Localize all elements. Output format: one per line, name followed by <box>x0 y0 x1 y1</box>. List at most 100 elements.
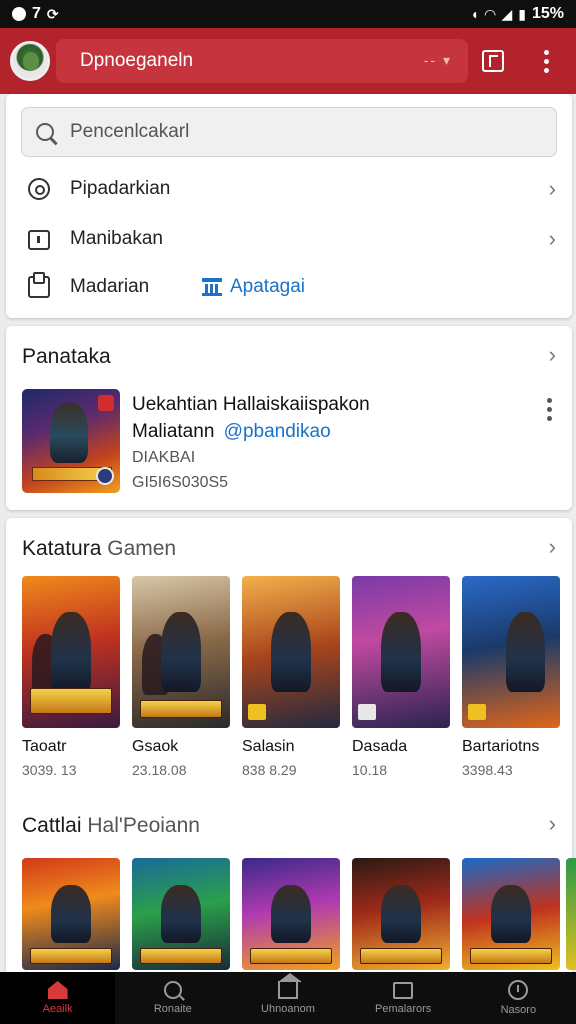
nav-item-timer[interactable]: Nasoro <box>461 972 576 1024</box>
game-poster <box>22 576 120 728</box>
menu-item-box[interactable]: Manibakan › <box>6 215 572 263</box>
search-placeholder: Pencenlcakarl <box>70 121 190 142</box>
more-vert-icon <box>543 49 549 73</box>
chat-icon <box>393 981 414 999</box>
tabs-icon <box>482 50 504 72</box>
section-title-main: Cattlai <box>22 814 82 837</box>
nav-label: Nasoro <box>500 1004 537 1016</box>
featured-item-id: GI5I6S030S5 <box>132 474 229 491</box>
game-poster <box>242 858 340 970</box>
signal-icon: ◢ <box>501 5 513 22</box>
nav-item-house[interactable]: Uhnoanom <box>230 972 345 1024</box>
menu-item-history[interactable]: Pipadarkian › <box>6 165 572 213</box>
game-card[interactable]: Bartariotns 3398.43 <box>462 576 560 778</box>
game-card[interactable] <box>462 858 560 970</box>
chevron-right-icon[interactable]: › <box>549 342 556 368</box>
account-name: Dpnoeganeln <box>80 50 194 71</box>
game-count: 3039. 13 <box>22 762 77 778</box>
battery-icon: ▮ <box>518 5 526 22</box>
game-count: 3398.43 <box>462 762 513 778</box>
nav-item-home[interactable]: Aeailk <box>0 972 116 1024</box>
menu-label: Pipadarkian <box>70 178 171 199</box>
app-bar: Dpnoeganeln -- ▾ <box>0 28 576 94</box>
wifi-icon: ◠ <box>484 5 496 22</box>
game-poster <box>352 576 450 728</box>
chevron-down-icon: -- ▾ <box>423 52 452 68</box>
menu-item-mail[interactable]: Madarian Apatagai <box>6 263 572 311</box>
house-icon <box>277 973 302 999</box>
game-row-2 <box>22 858 560 970</box>
featured-item-meta: DIAKBAI <box>132 449 196 466</box>
tabs-button[interactable] <box>477 45 509 77</box>
more-vert-icon[interactable] <box>547 398 552 421</box>
game-poster <box>132 576 230 728</box>
game-card[interactable] <box>132 858 230 970</box>
mute-icon: ◖ <box>470 6 479 22</box>
search-input[interactable]: Pencenlcakarl <box>21 107 557 157</box>
battery-level: 15% <box>531 5 564 22</box>
game-name: Gsaok <box>132 738 179 755</box>
apatagai-link[interactable]: Apatagai <box>202 276 305 298</box>
nav-item-chat[interactable]: Pemalarors <box>346 972 461 1024</box>
nav-label: Ronaite <box>153 1003 192 1015</box>
status-time: 7 <box>32 5 41 22</box>
game-name: Taoatr <box>22 738 67 755</box>
chevron-right-icon[interactable]: › <box>549 811 556 837</box>
badge-icon <box>98 395 114 411</box>
sync-icon: ⟳ <box>46 5 59 22</box>
game-count: 10.18 <box>352 762 388 778</box>
game-count: 23.18.08 <box>132 762 187 778</box>
games-card: Katatura Gamen › Taoatr 3039. 13 Gsaok 2… <box>6 518 576 978</box>
link-label: Apatagai <box>230 276 306 297</box>
section-title-suffix: Hal'Peoiann <box>87 814 200 837</box>
hero-figure <box>50 403 88 463</box>
overflow-menu-button[interactable] <box>530 45 562 77</box>
chevron-right-icon: › <box>548 226 556 251</box>
game-card[interactable] <box>22 858 120 970</box>
search-card: Pencenlcakarl Pipadarkian › Manibakan › … <box>6 94 572 318</box>
chevron-right-icon: › <box>548 176 556 201</box>
game-poster <box>352 858 450 970</box>
game-card[interactable] <box>352 858 450 970</box>
game-poster <box>132 858 230 970</box>
featured-thumbnail[interactable] <box>22 389 120 493</box>
nav-item-search[interactable]: Ronaite <box>115 972 230 1024</box>
chevron-right-icon[interactable]: › <box>549 534 556 560</box>
menu-label: Madarian <box>70 276 150 297</box>
next-poster-peek[interactable] <box>566 858 576 970</box>
nav-label: Uhnoanom <box>261 1003 315 1015</box>
featured-title: Panataka <box>22 345 111 368</box>
game-name: Bartariotns <box>462 738 540 755</box>
status-right: ◖ ◠ ◢ ▮ 15% <box>470 5 564 23</box>
notification-icon <box>12 7 26 21</box>
bank-icon <box>202 278 222 296</box>
game-card[interactable]: Taoatr 3039. 13 <box>22 576 120 778</box>
avatar[interactable] <box>10 41 50 81</box>
status-left: 7 ⟳ <box>12 5 59 23</box>
home-icon <box>47 981 68 999</box>
game-poster <box>22 858 120 970</box>
nav-label: Aeailk <box>42 1003 73 1015</box>
section-title: Katatura Gamen <box>22 537 176 561</box>
account-switcher[interactable]: Dpnoeganeln -- ▾ <box>56 39 468 83</box>
featured-item-title[interactable]: Uekahtian Hallaiskaiispakon <box>132 394 370 416</box>
game-row-1: Taoatr 3039. 13 Gsaok 23.18.08 Salasin 8… <box>22 576 560 778</box>
featured-item-subtitle-row: Maliatann @pbandikao <box>132 421 331 443</box>
game-card[interactable] <box>242 858 340 970</box>
history-icon <box>28 178 50 200</box>
mail-icon <box>28 272 50 298</box>
status-bar: 7 ⟳ ◖ ◠ ◢ ▮ 15% <box>0 0 576 28</box>
timer-icon <box>508 980 529 1000</box>
bottom-nav: Aeailk Ronaite Uhnoanom Pemalarors Nasor… <box>0 972 576 1024</box>
game-card[interactable]: Gsaok 23.18.08 <box>132 576 230 778</box>
featured-item-handle[interactable]: @pbandikao <box>224 421 331 442</box>
game-poster <box>462 576 560 728</box>
section-title: Cattlai Hal'Peoiann <box>22 814 200 838</box>
game-count: 838 8.29 <box>242 762 297 778</box>
search-icon <box>163 981 182 999</box>
game-poster <box>242 576 340 728</box>
nav-label: Pemalarors <box>375 1002 432 1015</box>
section-title-main: Katatura <box>22 537 102 560</box>
game-card[interactable]: Dasada 10.18 <box>352 576 450 778</box>
game-card[interactable]: Salasin 838 8.29 <box>242 576 340 778</box>
